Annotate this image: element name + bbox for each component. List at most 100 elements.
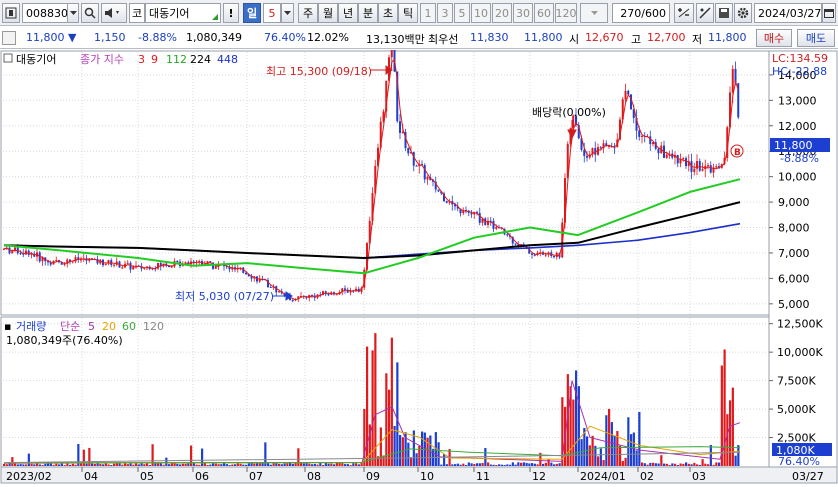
volume-bar: [159, 463, 162, 466]
high-label: 고: [631, 33, 642, 46]
volume-bar: [657, 463, 660, 466]
warning-button[interactable]: !: [223, 3, 239, 23]
volume-ma-label: 단순: [60, 320, 80, 333]
candle-body: [129, 262, 132, 270]
volume-bar: [599, 448, 602, 466]
volume-bar: [253, 463, 256, 466]
code-dropdown-button[interactable]: [67, 3, 79, 23]
interval-button[interactable]: 5: [454, 3, 470, 23]
volume-bar: [126, 464, 129, 466]
tab-weekly[interactable]: 주: [298, 3, 318, 23]
volume-bar: [712, 464, 715, 466]
volume-bar: [726, 414, 729, 466]
interval-dropdown[interactable]: [580, 3, 608, 23]
interval-button[interactable]: 120: [555, 3, 577, 23]
price-tick-label: 8,000: [778, 222, 810, 235]
candle-body: [638, 130, 641, 137]
tab-yearly[interactable]: 년: [338, 3, 358, 23]
interval-button[interactable]: 30: [513, 3, 533, 23]
volume-bar: [396, 362, 399, 466]
volume-bar: [14, 463, 17, 466]
price-panel[interactable]: [0, 50, 770, 316]
interval-button[interactable]: 1: [420, 3, 436, 23]
volume-bar: [143, 464, 146, 466]
volume-bar: [187, 463, 190, 466]
period-dropdown-button[interactable]: [281, 3, 294, 23]
interval-button[interactable]: 10: [471, 3, 491, 23]
volume-bar: [107, 464, 110, 466]
tab-second[interactable]: 초: [378, 3, 398, 23]
interval-button[interactable]: 3: [437, 3, 453, 23]
x-tick-label: 08: [307, 470, 321, 483]
volume-bar: [390, 337, 393, 466]
candle-body: [390, 48, 393, 58]
x-tick-label: 10: [420, 470, 434, 483]
volume-bar: [74, 464, 77, 466]
stock-code-input[interactable]: 008830: [22, 3, 68, 23]
volume-bar: [99, 463, 102, 466]
volume-bar: [467, 462, 470, 466]
volume-bar: [547, 459, 550, 466]
volume-bar: [349, 465, 352, 466]
volume-bar: [148, 465, 151, 466]
buy-button[interactable]: 매수: [756, 29, 792, 47]
period-value-input[interactable]: 5: [263, 3, 281, 23]
volume-bar: [302, 463, 305, 466]
tab-minute[interactable]: 분: [358, 3, 378, 23]
volume-bar: [198, 464, 201, 466]
tab-monthly[interactable]: 월: [318, 3, 338, 23]
date-input[interactable]: 2024/03/27: [754, 3, 822, 23]
sound-button[interactable]: [101, 3, 127, 23]
volume-bar: [500, 464, 503, 466]
candle-body: [531, 253, 533, 255]
period-daily-tab[interactable]: 일: [243, 3, 261, 23]
volume-bar: [63, 465, 66, 466]
compare-button[interactable]: [674, 3, 694, 23]
interval-button[interactable]: 20: [492, 3, 512, 23]
ma-legend-label: 종가 지수: [80, 53, 124, 66]
candle-body: [544, 254, 547, 256]
volume-bar: [696, 464, 699, 466]
volume-bar: [209, 464, 212, 466]
volume-bar: [371, 350, 374, 466]
volume-bar: [715, 462, 718, 466]
calendar-button[interactable]: [822, 3, 836, 23]
tab-tick[interactable]: 틱: [398, 3, 418, 23]
search-button[interactable]: [81, 3, 99, 23]
volume-bar: [707, 464, 710, 466]
volume-bar: [407, 442, 410, 466]
volume-bar: [132, 464, 135, 466]
quote-expand-icon[interactable]: [2, 31, 16, 45]
interval-button[interactable]: 60: [534, 3, 554, 23]
stock-name-field[interactable]: 대동기어: [145, 3, 221, 23]
volume-bar: [195, 464, 198, 466]
line-tool-button[interactable]: [696, 3, 714, 23]
volume-bar: [555, 463, 558, 466]
volume-bar: [654, 463, 657, 466]
volume-bar: [355, 463, 358, 466]
volume-bar: [385, 373, 388, 466]
candle-body: [80, 259, 82, 261]
data-count-field[interactable]: 270/600: [612, 3, 670, 23]
volume-bar: [572, 399, 575, 466]
volume-bar: [588, 445, 591, 466]
save-button[interactable]: [715, 3, 733, 23]
chart-type-icon[interactable]: [2, 3, 20, 23]
volume-bar: [652, 462, 655, 466]
volume-ma-20: 20: [102, 320, 116, 333]
settings-button[interactable]: [734, 3, 752, 23]
lc-label: LC:134.59: [772, 52, 828, 65]
volume-bar: [247, 463, 250, 466]
volume-bar: [239, 463, 242, 466]
volume-tick-label: 7,500K: [777, 375, 816, 388]
volume-bar: [146, 463, 149, 466]
volume-toggle-icon[interactable]: ▪: [4, 320, 11, 333]
volume-bar: [245, 464, 248, 466]
volume-bar: [610, 422, 613, 466]
volume-bar: [476, 463, 479, 466]
legend-toggle-icon[interactable]: [3, 53, 13, 63]
sell-button[interactable]: 매도: [797, 29, 835, 47]
price-change: 1,150: [94, 31, 126, 44]
ma-legend-3: 3: [138, 53, 145, 66]
candle-body: [214, 266, 217, 269]
